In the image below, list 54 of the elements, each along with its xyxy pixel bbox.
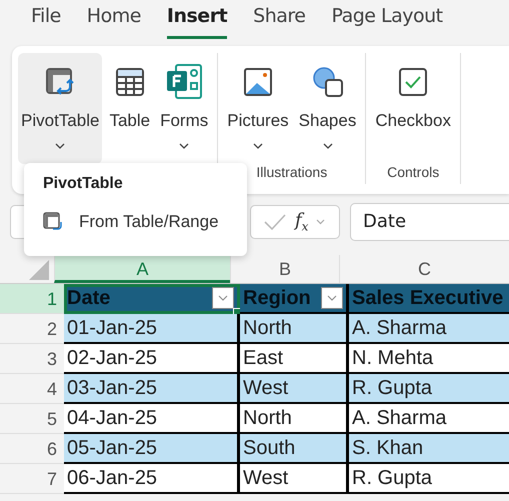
shapes-button[interactable]: Shapes	[296, 53, 360, 164]
group-label: Illustrations	[255, 164, 328, 182]
header-text: Date	[67, 286, 110, 311]
formula-field[interactable]: Date	[350, 203, 509, 241]
ribbon-tab[interactable]: Home	[86, 5, 141, 39]
table-cell: A. Sharma	[349, 314, 509, 344]
pivot-table-icon	[43, 212, 63, 232]
forms-icon	[166, 64, 202, 100]
table-cell: 05-Jan-25	[64, 434, 240, 464]
table-cell: West	[240, 374, 349, 404]
column-header[interactable]: C	[339, 255, 509, 283]
table-cell: 06-Jan-25	[64, 464, 240, 494]
picture-icon	[242, 67, 273, 97]
table-cell: 03-Jan-25	[64, 374, 240, 404]
filter-button[interactable]	[212, 287, 234, 309]
row-header[interactable]: 7	[0, 464, 64, 494]
header-text: Sales Executive	[352, 286, 504, 311]
table-cell: S. Khan	[349, 434, 509, 464]
chevron-icon	[327, 295, 337, 301]
table-cell: R. Gupta	[349, 374, 509, 404]
row-header[interactable]: 4	[0, 374, 64, 404]
table-icon	[114, 67, 145, 97]
ribbon-tab[interactable]: Insert	[166, 5, 228, 39]
row-header[interactable]: 1	[0, 284, 64, 314]
table-cell: North	[240, 314, 349, 344]
table-cell: South	[240, 434, 349, 464]
column-header[interactable]: A	[54, 255, 230, 283]
row-header[interactable]: 6	[0, 434, 64, 464]
table-cell: West	[240, 464, 349, 494]
table-cell: R. Gupta	[349, 464, 509, 494]
group-label: Controls	[386, 164, 440, 182]
row-header[interactable]: 3	[0, 344, 64, 374]
pivot-button[interactable]: PivotTable	[18, 53, 102, 164]
table-button[interactable]: Table	[106, 53, 154, 164]
row-header[interactable]: 5	[0, 404, 64, 434]
menu-title: PivotTable	[43, 175, 124, 193]
shapes-icon	[312, 66, 344, 98]
ribbon-tab[interactable]: File	[31, 5, 61, 39]
menu-item[interactable]: From Table/Range	[43, 212, 247, 232]
header-text: Region	[243, 286, 311, 311]
row-header[interactable]: 2	[0, 314, 64, 344]
function-button[interactable]: f$_{x}$	[295, 210, 308, 234]
chevron-icon[interactable]	[316, 219, 326, 225]
ribbon-tab[interactable]: Share	[253, 5, 306, 39]
select-all-icon[interactable]	[28, 259, 50, 281]
ribbon-tab[interactable]: Page Layout	[332, 5, 443, 39]
filter-button[interactable]	[321, 287, 343, 309]
table-cell: 01-Jan-25	[64, 314, 240, 344]
chevron-icon	[218, 295, 228, 301]
checkbox-icon	[398, 67, 428, 97]
pictures-button[interactable]: Pictures	[224, 53, 292, 164]
checkbox-button[interactable]: Checkbox	[372, 53, 454, 164]
check-icon[interactable]	[263, 213, 287, 231]
forms-button[interactable]: Forms	[157, 53, 212, 164]
